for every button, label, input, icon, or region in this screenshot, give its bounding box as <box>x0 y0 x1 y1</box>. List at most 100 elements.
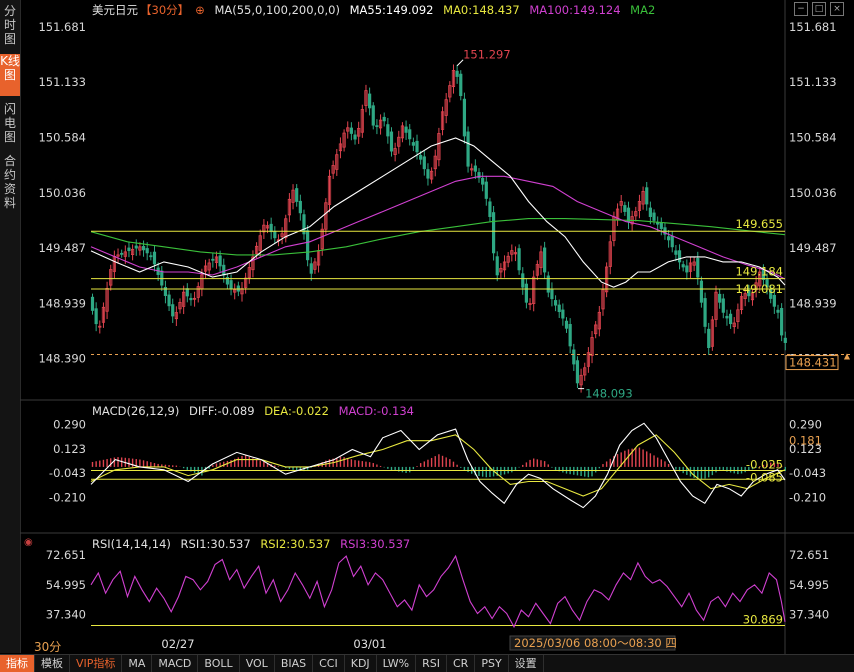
candle-body <box>229 280 233 289</box>
candle-body <box>645 187 649 205</box>
candle-body <box>185 288 189 297</box>
indicator-tab-4[interactable]: MACD <box>152 655 199 672</box>
indicator-tab-7[interactable]: BIAS <box>275 655 314 672</box>
candle-body <box>557 304 561 313</box>
indicator-tab-0[interactable]: 指标 <box>0 655 35 672</box>
indicator-tab-1[interactable]: 模板 <box>35 655 70 672</box>
indicator-tab-8[interactable]: CCI <box>313 655 345 672</box>
candle-body <box>306 230 310 261</box>
period-tag[interactable]: 【30分】 <box>140 3 189 17</box>
candle-body <box>696 258 700 278</box>
candle-body <box>127 247 131 252</box>
candle-body <box>517 248 521 271</box>
candle-body <box>273 230 277 239</box>
candle-body <box>561 309 565 319</box>
candle-body <box>659 222 663 229</box>
candle-body <box>677 250 682 263</box>
candle-body <box>368 93 372 109</box>
rsi3-value: RSI3:30.537 <box>340 537 411 551</box>
indicator-tab-12[interactable]: CR <box>447 655 476 672</box>
ma100-value: MA100:149.124 <box>529 3 621 17</box>
candle-body <box>718 293 722 303</box>
cursor-date-label: 2025/03/06 08:00～08:30 四 <box>514 636 677 650</box>
period-label[interactable]: 30分 <box>34 638 61 655</box>
candle-body <box>550 288 554 300</box>
candle-body <box>90 296 95 311</box>
candle-body <box>269 223 273 233</box>
window-controls: − □ × <box>794 2 844 16</box>
candle-body <box>375 125 379 128</box>
indicator-tab-2[interactable]: VIP指标 <box>70 655 123 672</box>
candle-body <box>189 297 193 301</box>
candle-body <box>455 70 459 77</box>
indicator-tab-10[interactable]: LW% <box>377 655 417 672</box>
ma-params: MA(55,0,100,200,0,0) <box>214 3 340 17</box>
candle-body <box>386 124 390 137</box>
candle-body <box>776 309 780 313</box>
ma2-value: MA2 <box>630 3 656 17</box>
macd-current-label: 0.181 <box>789 434 822 448</box>
settings-gear-icon[interactable]: ⊕ <box>195 3 205 17</box>
maximize-icon[interactable]: □ <box>812 2 826 16</box>
indicator-tab-11[interactable]: RSI <box>416 655 447 672</box>
rsi-marker-icon: ◉ <box>24 537 33 548</box>
candle-body <box>521 273 525 288</box>
candle-body <box>389 131 394 152</box>
price-tick-left: 149.487 <box>38 241 86 255</box>
candle-body <box>426 169 430 179</box>
candle-body <box>236 285 240 292</box>
candle-body <box>524 283 529 303</box>
candle-body <box>298 200 302 214</box>
indicator-tab-9[interactable]: KDJ <box>345 655 377 672</box>
indicator-tab-5[interactable]: BOLL <box>198 655 240 672</box>
low-label: 148.093 <box>585 387 633 401</box>
macd-params: MACD(26,12,9) <box>92 404 180 418</box>
candle-body <box>652 212 656 221</box>
main-legend: 美元日元 【30分】 ⊕ MA(55,0,100,200,0,0) MA55:149… <box>92 3 661 17</box>
rsi-legend: RSI(14,14,14) RSI1:30.537 RSI2:30.537 RS… <box>92 537 416 551</box>
candle-body <box>134 245 138 249</box>
rsi-level-label: 30.869 <box>743 612 783 626</box>
candle-body <box>371 105 375 126</box>
candle-body <box>481 177 485 185</box>
candle-body <box>309 263 313 274</box>
candle-body <box>466 131 470 167</box>
price-tick-left: 148.390 <box>38 352 86 366</box>
candle-body <box>353 134 357 140</box>
macd-tick-left: 0.290 <box>53 418 86 432</box>
price-tick-right: 150.584 <box>789 131 837 145</box>
candle-body <box>772 294 776 307</box>
candle-body <box>94 308 98 325</box>
candle-body <box>648 207 652 217</box>
rsi-tick-left: 37.340 <box>46 608 86 622</box>
kline-chart[interactable]: 151.681 151.681 151.133 151.133 150.584 150.5… <box>0 0 854 654</box>
macd-tick-right: 0.290 <box>789 418 822 432</box>
candle-body <box>568 324 572 347</box>
macd-tick-left: -0.043 <box>49 466 86 480</box>
price-level-label: 149.184 <box>735 265 783 279</box>
indicator-tab-14[interactable]: 设置 <box>509 655 544 672</box>
macd-tick-left: -0.210 <box>49 490 86 504</box>
candle-body <box>721 298 725 313</box>
macd-tick-right: -0.210 <box>789 490 826 504</box>
price-tick-left: 151.133 <box>38 75 86 89</box>
candle-body <box>699 280 704 303</box>
macd-diff-line <box>90 422 786 509</box>
candle-body <box>543 247 547 273</box>
current-price-label: 148.431 <box>789 356 837 370</box>
candle-body <box>685 265 689 273</box>
x-label-0227: 02/27 <box>161 637 194 651</box>
candle-body <box>623 205 627 212</box>
price-tick-right: 149.487 <box>789 241 837 255</box>
indicator-tab-3[interactable]: MA <box>122 655 153 672</box>
indicator-tab-13[interactable]: PSY <box>475 655 509 672</box>
minimize-icon[interactable]: − <box>794 2 808 16</box>
indicator-tab-6[interactable]: VOL <box>240 655 275 672</box>
current-price-arrow-icon: ▲ <box>844 352 851 361</box>
candle-body <box>484 181 488 199</box>
candle-body <box>149 255 153 258</box>
macd-dea: DEA:-0.022 <box>264 404 329 418</box>
close-icon[interactable]: × <box>830 2 844 16</box>
indicator-tab-bar: 指标 模板 VIP指标 MA MACD BOLL VOL BIAS CCI KDJ LW% RSI CR… <box>0 654 854 672</box>
price-level-label: 149.655 <box>735 217 783 231</box>
